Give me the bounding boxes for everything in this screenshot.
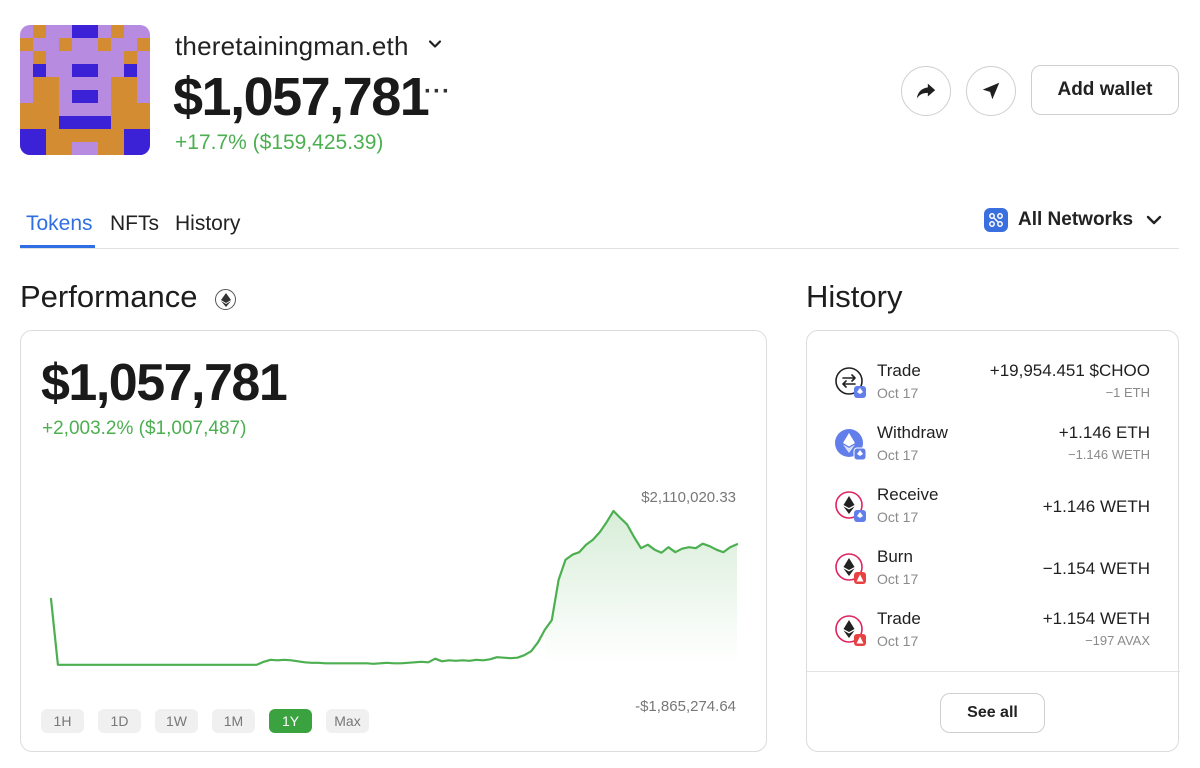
chart-max-label: $2,110,020.33	[641, 489, 736, 506]
range-1d-button[interactable]: 1D	[98, 709, 141, 733]
history-item-amount: +1.146 ETH	[1058, 423, 1150, 442]
history-item[interactable]: Trade Oct 17 +1.154 WETH −197 AVAX	[807, 609, 1180, 661]
range-1h-button[interactable]: 1H	[41, 709, 84, 733]
history-item-subamount: −1 ETH	[1105, 385, 1150, 400]
history-item-type: Receive	[877, 485, 939, 504]
share-button[interactable]	[901, 66, 951, 116]
chevron-down-icon[interactable]	[427, 36, 443, 52]
weth-trade-icon	[835, 615, 866, 646]
ethereum-icon	[215, 289, 236, 310]
history-item-type: Trade	[877, 361, 921, 380]
range-1y-button[interactable]: 1Y	[269, 709, 312, 733]
history-item-amount: +19,954.451 $CHOO	[989, 361, 1150, 380]
send-arrow-icon	[982, 82, 1000, 100]
history-item-date: Oct 17	[877, 447, 919, 463]
ethereum-withdraw-icon	[835, 429, 867, 461]
send-button[interactable]	[966, 66, 1016, 116]
performance-value: $1,057,781	[41, 354, 288, 412]
history-item-amount: +1.146 WETH	[1042, 497, 1150, 516]
more-horizontal-icon[interactable]: ···	[424, 78, 451, 106]
history-item-type: Withdraw	[877, 423, 948, 442]
network-selector-label: All Networks	[1018, 209, 1134, 230]
history-divider	[807, 671, 1180, 672]
history-item[interactable]: Receive Oct 17 +1.146 WETH	[807, 485, 1180, 537]
wallet-name[interactable]: theretainingman.eth	[175, 31, 409, 62]
range-max-button[interactable]: Max	[326, 709, 369, 733]
add-wallet-button[interactable]: Add wallet	[1031, 65, 1179, 115]
history-item-date: Oct 17	[877, 633, 919, 649]
history-item-amount: −1.154 WETH	[1042, 559, 1150, 578]
tab-tokens[interactable]: Tokens	[20, 212, 95, 248]
performance-change: +2,003.2% ($1,007,487)	[42, 418, 247, 439]
chart-area-fill	[544, 511, 737, 663]
history-item-date: Oct 17	[877, 509, 919, 525]
range-1m-button[interactable]: 1M	[212, 709, 255, 733]
performance-card: $1,057,781 +2,003.2% ($1,007,487) $2,110…	[20, 330, 767, 752]
history-title: History	[806, 279, 903, 314]
networks-grid-icon	[984, 208, 1008, 232]
history-card: Trade Oct 17 +19,954.451 $CHOO −1 ETH Wi…	[806, 330, 1180, 752]
tab-nfts[interactable]: NFTs	[110, 212, 159, 248]
history-item-date: Oct 17	[877, 385, 919, 401]
wallet-avatar	[20, 25, 150, 155]
history-item[interactable]: Withdraw Oct 17 +1.146 ETH −1.146 WETH	[807, 423, 1180, 475]
chevron-down-icon	[1146, 215, 1162, 225]
trade-swap-icon	[835, 367, 866, 398]
history-item-subamount: −197 AVAX	[1085, 633, 1150, 648]
range-1w-button[interactable]: 1W	[155, 709, 198, 733]
chart-min-label: -$1,865,274.64	[635, 698, 736, 715]
share-arrow-icon	[916, 83, 936, 99]
see-all-button[interactable]: See all	[940, 693, 1045, 733]
history-item-amount: +1.154 WETH	[1042, 609, 1150, 628]
history-item[interactable]: Burn Oct 17 −1.154 WETH	[807, 547, 1180, 599]
history-item-type: Trade	[877, 609, 921, 628]
wallet-change: +17.7% ($159,425.39)	[175, 131, 384, 154]
wallet-balance: $1,057,781	[173, 67, 430, 127]
performance-title: Performance	[20, 279, 198, 314]
history-item-subamount: −1.146 WETH	[1067, 447, 1150, 462]
tab-history[interactable]: History	[175, 212, 240, 248]
history-item-type: Burn	[877, 547, 913, 566]
history-item[interactable]: Trade Oct 17 +19,954.451 $CHOO −1 ETH	[807, 361, 1180, 413]
network-selector[interactable]: All Networks	[984, 207, 1163, 233]
weth-burn-icon	[835, 553, 866, 584]
pixel-art-avatar-icon	[20, 25, 150, 155]
weth-receive-icon	[835, 491, 866, 522]
history-item-date: Oct 17	[877, 571, 919, 587]
